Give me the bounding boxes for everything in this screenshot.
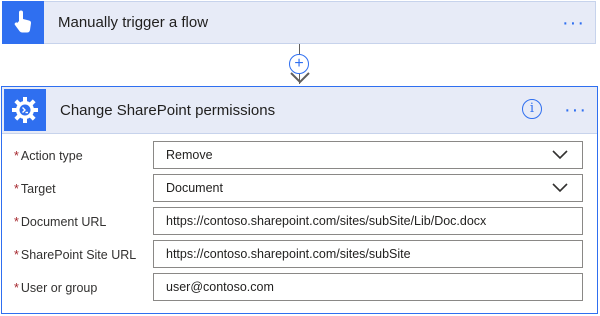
arrow-down-icon	[290, 72, 310, 84]
trigger-title: Manually trigger a flow	[58, 14, 209, 31]
add-step-button[interactable]: +	[289, 54, 309, 74]
row-target: * Target Document	[2, 174, 597, 204]
row-document-url: * Document URL https://contoso.sharepoint…	[2, 207, 597, 237]
document-url-input[interactable]: https://contoso.sharepoint.com/sites/sub…	[153, 207, 583, 235]
gear-terminal-icon	[4, 89, 46, 131]
field-label: * Document URL	[14, 215, 107, 229]
field-label: * Action type	[14, 149, 83, 163]
action-type-value: Remove	[166, 148, 213, 162]
field-label: * SharePoint Site URL	[14, 248, 137, 262]
field-label: * User or group	[14, 281, 98, 295]
user-or-group-input[interactable]: user@contoso.com	[153, 273, 583, 301]
action-header[interactable]: Change SharePoint permissions i ···	[2, 87, 597, 134]
row-sharepoint-site-url: * SharePoint Site URL https://contoso.sha…	[2, 240, 597, 270]
chevron-down-icon	[552, 183, 568, 193]
row-action-type: * Action type Remove	[2, 141, 597, 171]
action-menu-ellipsis-icon[interactable]: ···	[564, 100, 587, 120]
trigger-card[interactable]: Manually trigger a flow ···	[2, 0, 596, 44]
action-type-dropdown[interactable]: Remove	[153, 141, 583, 169]
action-card: Change SharePoint permissions i ··· * Act…	[1, 86, 598, 314]
target-dropdown[interactable]: Document	[153, 174, 583, 202]
trigger-menu-ellipsis-icon[interactable]: ···	[562, 13, 585, 33]
field-label: * Target	[14, 182, 56, 196]
touch-hand-icon	[2, 0, 44, 44]
target-value: Document	[166, 181, 223, 195]
plus-icon: +	[294, 55, 304, 72]
action-title: Change SharePoint permissions	[60, 101, 276, 119]
chevron-down-icon	[552, 150, 568, 160]
info-icon[interactable]: i	[522, 99, 542, 119]
sharepoint-site-url-input[interactable]: https://contoso.sharepoint.com/sites/sub…	[153, 240, 583, 268]
row-user-or-group: * User or group user@contoso.com	[2, 273, 597, 303]
